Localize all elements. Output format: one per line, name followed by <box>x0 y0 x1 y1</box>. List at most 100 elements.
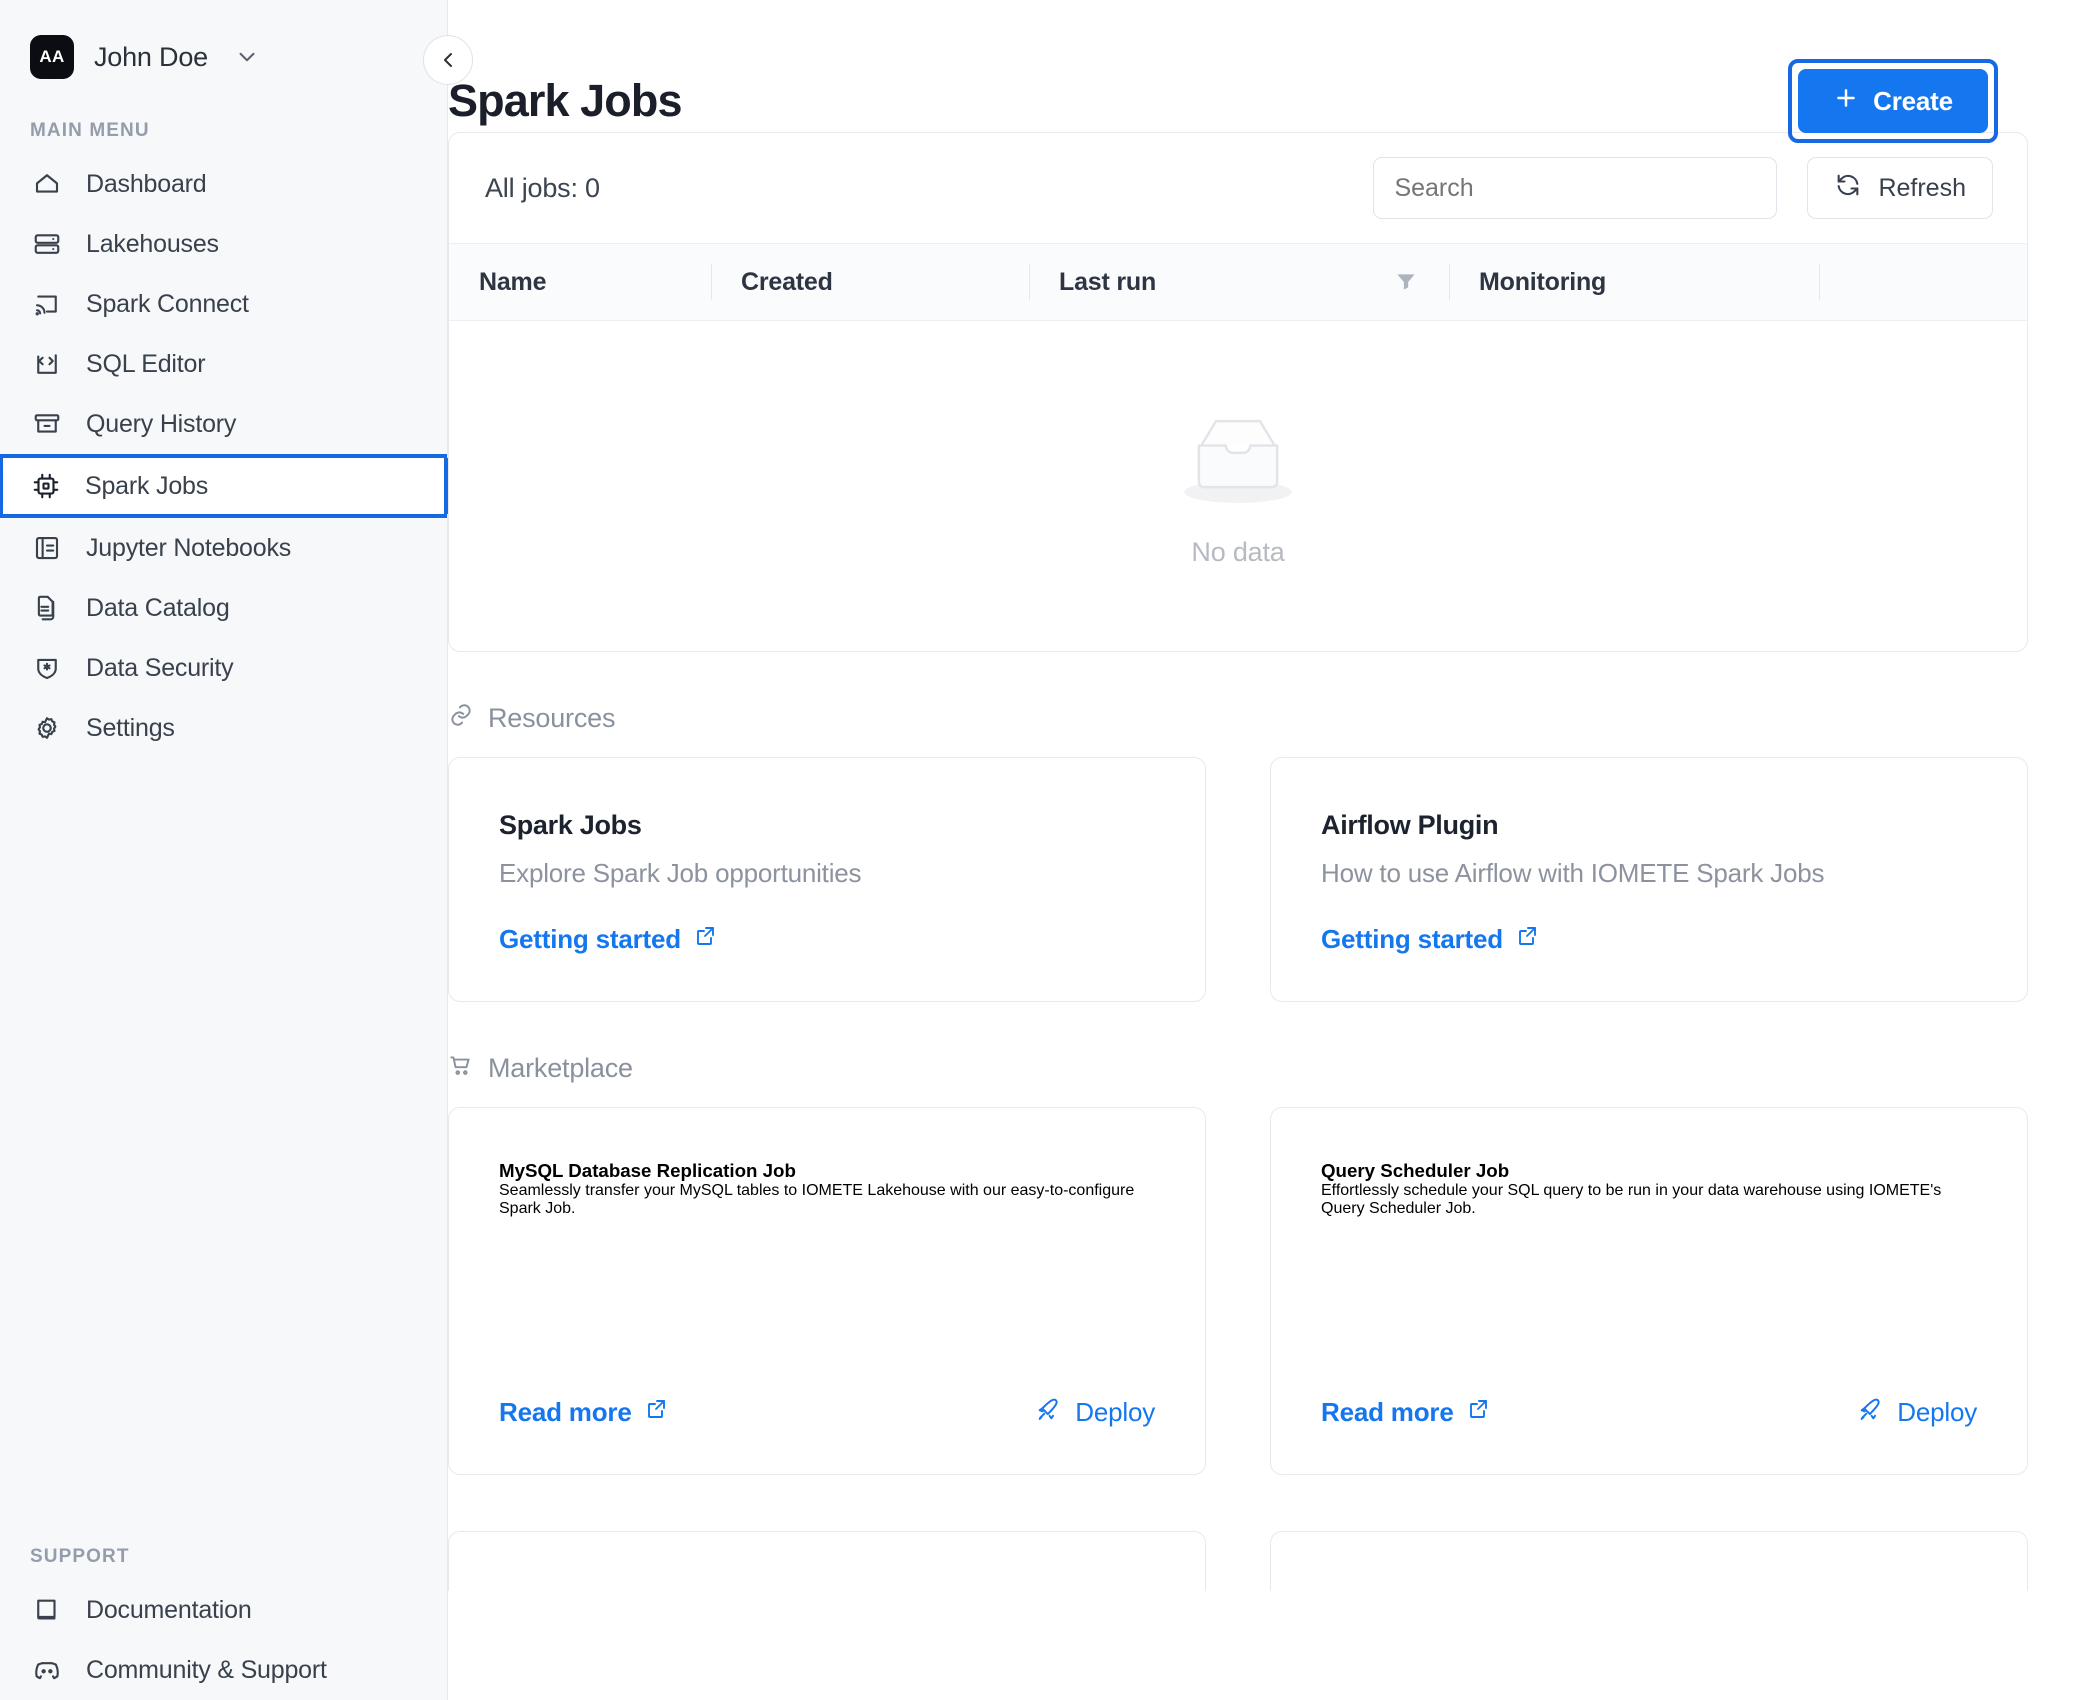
cart-icon <box>448 1052 474 1085</box>
user-name: John Doe <box>94 41 208 72</box>
read-more-link[interactable]: Read more <box>1321 1397 1490 1428</box>
sidebar-item-sql-editor[interactable]: SQL Editor <box>0 334 447 394</box>
home-icon <box>30 167 64 201</box>
server-icon <box>30 227 64 261</box>
search-input[interactable] <box>1373 157 1778 219</box>
sidebar-item-documentation[interactable]: Documentation <box>0 1580 447 1640</box>
sidebar-item-label: Settings <box>86 713 175 742</box>
marketplace-card[interactable] <box>448 1531 1206 1592</box>
resources-section-label: Resources <box>488 703 616 733</box>
marketplace-card-description: Effortlessly schedule your SQL query to … <box>1321 1182 1942 1218</box>
sidebar-item-label: Data Security <box>86 653 234 682</box>
create-button-label: Create <box>1873 85 1953 116</box>
sidebar-item-label: SQL Editor <box>86 349 206 378</box>
getting-started-link[interactable]: Getting started <box>499 924 717 955</box>
marketplace-card[interactable] <box>1270 1531 2028 1592</box>
documents-icon <box>30 591 64 625</box>
deploy-button-label: Deploy <box>1897 1397 1977 1428</box>
marketplace-card-description: Seamlessly transfer your MySQL tables to… <box>499 1182 1135 1218</box>
sidebar-item-jupyter-notebooks[interactable]: Jupyter Notebooks <box>0 518 447 578</box>
marketplace-card[interactable]: Query Scheduler Job Effortlessly schedul… <box>1270 1107 2028 1476</box>
cast-icon <box>30 287 64 321</box>
resource-card-footer: Getting started <box>1321 924 1977 955</box>
resource-card-title: Spark Jobs <box>499 810 642 840</box>
sidebar-support-section: SUPPORT Documentation Community & Suppor… <box>0 1510 447 1700</box>
deploy-button-label: Deploy <box>1075 1397 1155 1428</box>
external-link-icon <box>693 924 717 955</box>
deploy-button[interactable]: Deploy <box>1035 1395 1155 1430</box>
user-menu[interactable]: AA John Doe <box>0 0 447 84</box>
sidebar-item-label: Jupyter Notebooks <box>86 533 292 562</box>
search-input-field[interactable] <box>1394 173 1757 203</box>
resource-card-description: How to use Airflow with IOMETE Spark Job… <box>1321 858 1825 888</box>
sidebar-item-label: Spark Connect <box>86 289 249 318</box>
read-more-link-label: Read more <box>499 1397 632 1428</box>
getting-started-link-label: Getting started <box>1321 924 1503 955</box>
getting-started-link[interactable]: Getting started <box>1321 924 1539 955</box>
page-title: Spark Jobs <box>448 75 683 126</box>
column-header-name[interactable]: Name <box>449 244 711 320</box>
column-header-last-run[interactable]: Last run <box>1029 244 1449 320</box>
rocket-icon <box>1035 1395 1063 1430</box>
sidebar-item-label: Dashboard <box>86 169 207 198</box>
column-header-created[interactable]: Created <box>711 244 1029 320</box>
marketplace-card-title: MySQL Database Replication Job <box>499 1160 796 1182</box>
refresh-icon <box>1834 171 1862 206</box>
cpu-icon <box>29 469 63 503</box>
resource-card-title: Airflow Plugin <box>1321 810 1499 840</box>
resources-grid: Spark Jobs Explore Spark Job opportuniti… <box>448 757 2028 1003</box>
column-header-actions <box>1819 244 2027 320</box>
resource-card-description: Explore Spark Job opportunities <box>499 858 862 888</box>
resource-card[interactable]: Airflow Plugin How to use Airflow with I… <box>1270 757 2028 1003</box>
sidebar-item-query-history[interactable]: Query History <box>0 394 447 454</box>
discord-icon <box>30 1653 64 1687</box>
external-link-icon <box>1466 1397 1490 1428</box>
sidebar-item-spark-jobs[interactable]: Spark Jobs <box>0 454 448 518</box>
empty-inbox-icon <box>1163 404 1313 519</box>
marketplace-card-footer: Read more Deploy <box>1321 1395 1977 1430</box>
plus-icon <box>1833 85 1859 118</box>
filter-icon[interactable] <box>1393 269 1419 295</box>
refresh-button[interactable]: Refresh <box>1807 157 1993 219</box>
sidebar-item-label: Data Catalog <box>86 593 230 622</box>
sidebar-item-spark-connect[interactable]: Spark Connect <box>0 274 447 334</box>
sidebar: AA John Doe MAIN MENU Dashboard Lakehous <box>0 0 473 1700</box>
column-header-monitoring[interactable]: Monitoring <box>1449 244 1819 320</box>
marketplace-card-title: Query Scheduler Job <box>1321 1160 1510 1182</box>
archive-icon <box>30 407 64 441</box>
sidebar-item-lakehouses[interactable]: Lakehouses <box>0 214 447 274</box>
marketplace-grid-overflow <box>448 1531 2028 1592</box>
external-link-icon <box>644 1397 668 1428</box>
notebook-icon <box>30 531 64 565</box>
sidebar-collapse-button[interactable] <box>423 35 473 85</box>
book-icon <box>30 1593 64 1627</box>
read-more-link[interactable]: Read more <box>499 1397 668 1428</box>
sidebar-section-main-menu: MAIN MENU <box>30 120 150 141</box>
sidebar-item-label: Query History <box>86 409 237 438</box>
shield-star-icon <box>30 651 64 685</box>
all-jobs-count: All jobs: 0 <box>485 172 600 203</box>
page-header: Spark Jobs Create <box>448 0 1998 143</box>
rocket-icon <box>1857 1395 1885 1430</box>
create-button[interactable]: Create <box>1798 69 1988 133</box>
jobs-panel: All jobs: 0 Refresh N <box>448 132 2028 652</box>
external-link-icon <box>1515 924 1539 955</box>
sidebar-item-settings[interactable]: Settings <box>0 698 447 758</box>
sidebar-item-dashboard[interactable]: Dashboard <box>0 154 447 214</box>
sidebar-item-data-catalog[interactable]: Data Catalog <box>0 578 447 638</box>
deploy-button[interactable]: Deploy <box>1857 1395 1977 1430</box>
gear-icon <box>30 711 64 745</box>
marketplace-section-label: Marketplace <box>488 1053 633 1084</box>
sidebar-item-label: Documentation <box>86 1595 252 1624</box>
sidebar-section-support: SUPPORT <box>30 1546 130 1567</box>
sidebar-nav: Dashboard Lakehouses Spark Connect SQL E… <box>0 154 448 758</box>
jobs-toolbar: All jobs: 0 Refresh <box>449 133 2027 243</box>
sidebar-item-community-support[interactable]: Community & Support <box>0 1640 447 1700</box>
jobs-toolbar-actions: Refresh <box>1373 157 1993 219</box>
marketplace-card[interactable]: MySQL Database Replication Job Seamlessl… <box>448 1107 1206 1476</box>
marketplace-card-footer: Read more Deploy <box>499 1395 1155 1430</box>
column-header-last-run-label: Last run <box>1059 267 1157 296</box>
resource-card[interactable]: Spark Jobs Explore Spark Job opportuniti… <box>448 757 1206 1003</box>
marketplace-grid: MySQL Database Replication Job Seamlessl… <box>448 1107 2028 1476</box>
sidebar-item-data-security[interactable]: Data Security <box>0 638 447 698</box>
